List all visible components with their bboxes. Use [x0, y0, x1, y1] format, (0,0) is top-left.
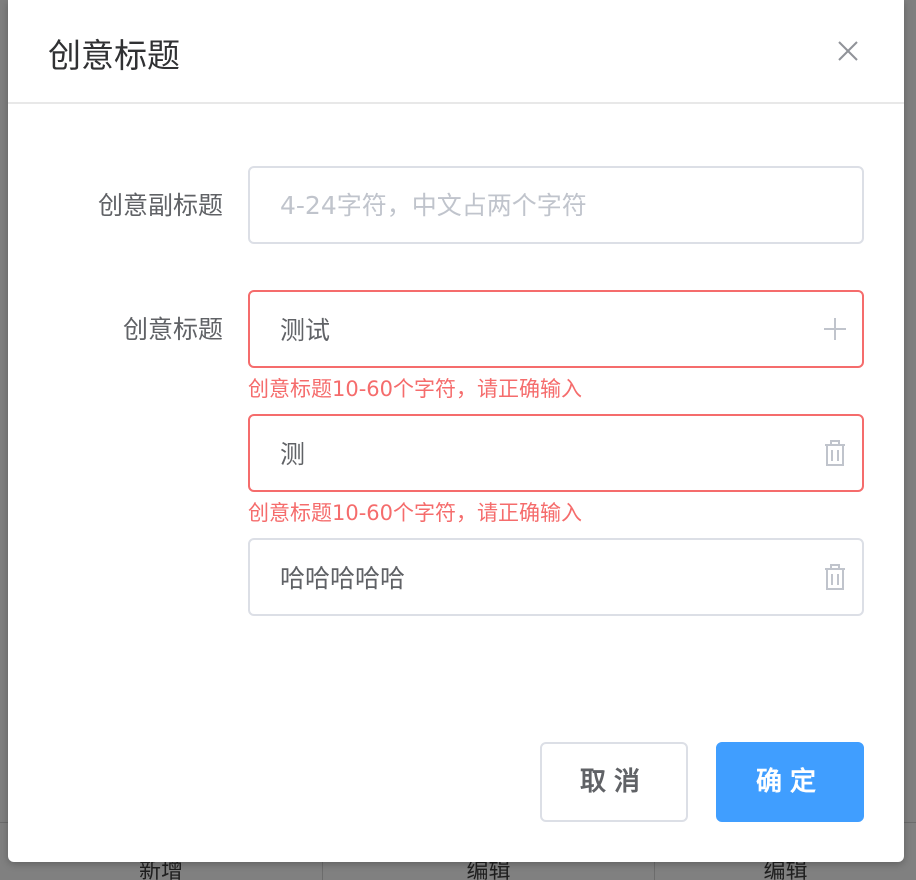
close-icon — [838, 41, 858, 61]
dialog-header: 创意标题 — [8, 0, 904, 104]
trash-icon — [825, 564, 845, 590]
subtitle-label: 创意副标题 — [97, 191, 223, 220]
cancel-button[interactable]: 取消 — [540, 742, 688, 822]
title-input[interactable] — [280, 540, 800, 614]
title-input[interactable] — [280, 292, 800, 366]
title-error-message: 创意标题10-60个字符，请正确输入 — [248, 377, 583, 401]
close-button[interactable] — [830, 34, 866, 68]
delete-title-button[interactable] — [818, 436, 852, 470]
dialog-title: 创意标题 — [48, 36, 180, 75]
trash-icon — [825, 440, 845, 466]
title-input[interactable] — [280, 416, 800, 490]
title-label: 创意标题 — [122, 315, 223, 344]
subtitle-input[interactable] — [280, 168, 800, 242]
dialog: 创意标题 创意副标题 创意标题 创意标题10-60个字符，请正确输入 — [8, 0, 904, 862]
add-title-button[interactable] — [818, 312, 852, 346]
plus-icon — [824, 318, 846, 340]
confirm-button[interactable]: 确定 — [716, 742, 864, 822]
title-input-wrapper — [248, 414, 864, 492]
title-error-message: 创意标题10-60个字符，请正确输入 — [248, 501, 583, 525]
delete-title-button[interactable] — [818, 560, 852, 594]
title-input-wrapper — [248, 290, 864, 368]
subtitle-input-wrapper — [248, 166, 864, 244]
title-input-wrapper — [248, 538, 864, 616]
